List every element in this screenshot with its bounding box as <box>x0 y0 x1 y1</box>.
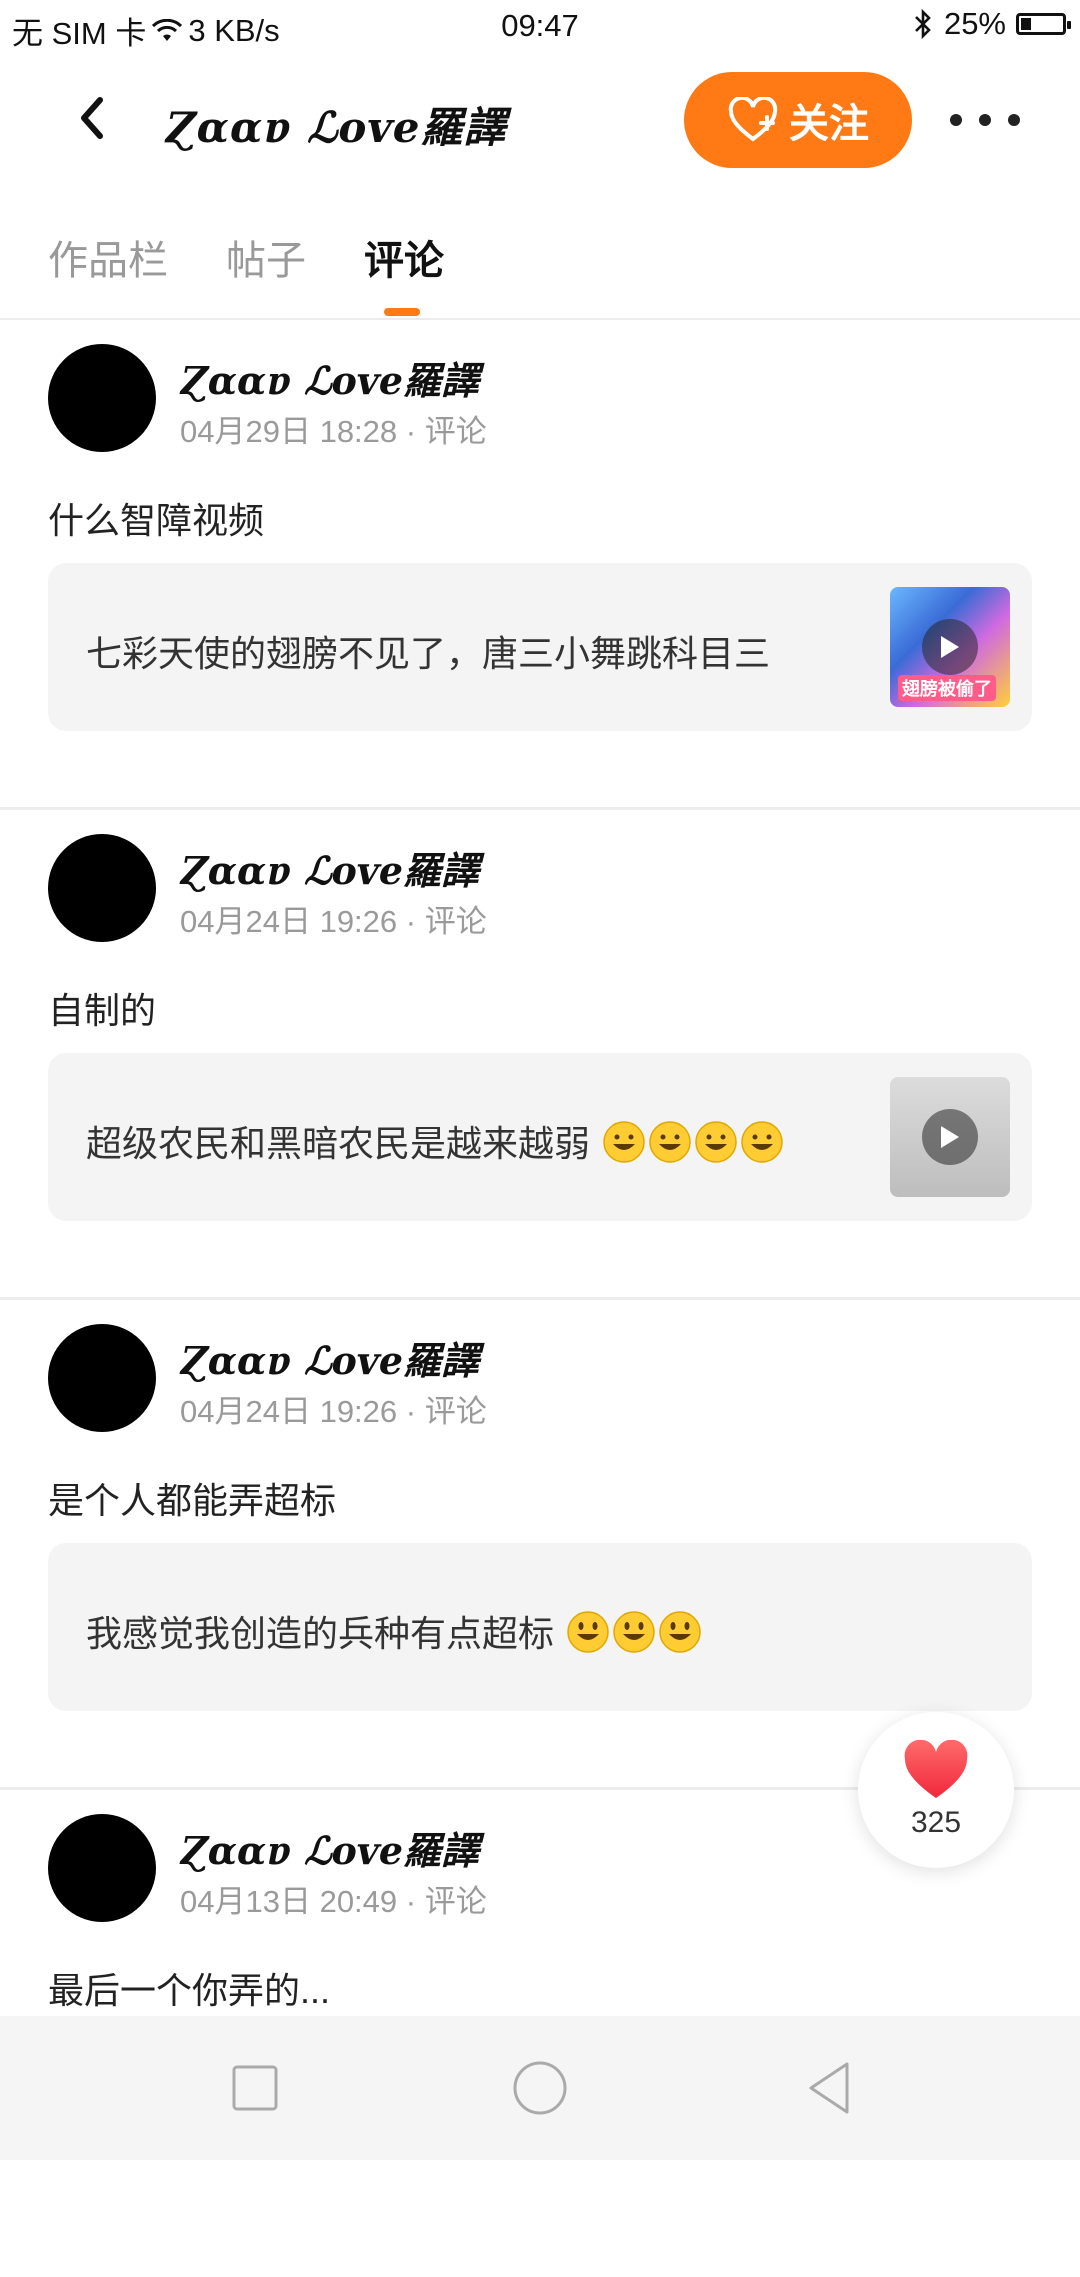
tab-posts[interactable]: 帖子 <box>226 228 306 286</box>
play-icon <box>922 1109 978 1165</box>
quoted-video-title: 超级农民和黑暗农民是越来越弱 <box>86 1123 591 1164</box>
quoted-post-title: 我感觉我创造的兵种有点超标 <box>86 1613 555 1654</box>
author-name[interactable]: Ɀɑɑɐ ℒoᴠe羅譯 <box>180 840 479 895</box>
recent-apps-icon[interactable] <box>223 2056 287 2120</box>
quoted-post-title-wrap: 我感觉我创造的兵种有点超标 <box>86 1605 702 1657</box>
comment-text: 自制的 <box>48 990 157 1031</box>
thumbnail-caption: 翅膀被偷了 <box>898 675 996 701</box>
status-bar: 无 SIM 卡 3 KB/s 09:47 25% <box>0 0 1080 54</box>
grinning-emoji-icon <box>741 1121 783 1163</box>
comment-meta: 04月13日 20:49 · 评论 <box>180 1884 487 1919</box>
avatar[interactable] <box>48 834 156 942</box>
like-count: 325 <box>910 1806 962 1839</box>
grinning-emoji-icon <box>603 1121 645 1163</box>
comment-text: 是个人都能弄超标 <box>48 1480 337 1521</box>
follow-label: 关注 <box>789 102 869 146</box>
author-name[interactable]: Ɀɑɑɐ ℒoᴠe羅譯 <box>180 1820 479 1875</box>
active-tab-indicator <box>384 308 420 316</box>
like-float-button[interactable]: 325 <box>858 1712 1014 1868</box>
grinning-emoji-icon <box>695 1121 737 1163</box>
smiley-emoji-icon <box>659 1611 701 1653</box>
quoted-video-title: 七彩天使的翅膀不见了，唐三小舞跳科目三 <box>86 633 771 674</box>
more-options-icon[interactable] <box>950 100 1020 140</box>
smiley-emoji-icon <box>567 1611 609 1653</box>
quoted-video-card[interactable]: 七彩天使的翅膀不见了，唐三小舞跳科目三 翅膀被偷了 <box>48 563 1032 731</box>
video-thumbnail[interactable] <box>890 1077 1010 1197</box>
heart-plus-icon <box>728 97 778 142</box>
bluetooth-icon <box>915 9 931 39</box>
battery-icon <box>1016 13 1071 35</box>
video-thumbnail[interactable]: 翅膀被偷了 <box>890 587 1010 707</box>
avatar[interactable] <box>48 344 156 452</box>
author-name[interactable]: Ɀɑɑɐ ℒoᴠe羅譯 <box>180 1330 479 1385</box>
author-name[interactable]: Ɀɑɑɐ ℒoᴠe羅譯 <box>180 350 479 405</box>
profile-header: Ɀɑɑɐ ℒoᴠe羅譯 关注 <box>0 64 1080 176</box>
heart-icon <box>904 1740 968 1798</box>
avatar[interactable] <box>48 1814 156 1922</box>
system-nav-bar <box>0 2016 1080 2160</box>
comment-text: 什么智障视频 <box>48 500 265 541</box>
comment-meta: 04月24日 19:26 · 评论 <box>180 904 487 939</box>
tab-comments[interactable]: 评论 <box>364 228 444 286</box>
smiley-emoji-icon <box>613 1611 655 1653</box>
comment-meta: 04月29日 18:28 · 评论 <box>180 414 487 449</box>
profile-title: Ɀɑɑɐ ℒoᴠe羅譯 <box>165 103 507 152</box>
back-nav-icon[interactable] <box>797 2056 861 2120</box>
play-icon <box>922 619 978 675</box>
quoted-video-card[interactable]: 超级农民和黑暗农民是越来越弱 <box>48 1053 1032 1221</box>
home-icon[interactable] <box>508 2056 572 2120</box>
comment-meta: 04月24日 19:26 · 评论 <box>180 1394 487 1429</box>
battery-percent: 25% <box>943 6 1006 41</box>
avatar[interactable] <box>48 1324 156 1432</box>
tab-works[interactable]: 作品栏 <box>48 228 168 286</box>
quoted-post-card[interactable]: 我感觉我创造的兵种有点超标 <box>48 1543 1032 1711</box>
comment-item[interactable]: Ɀɑɑɐ ℒoᴠe羅譯 04月24日 19:26 · 评论 自制的 超级农民和黑… <box>0 810 1080 1300</box>
comment-feed[interactable]: Ɀɑɑɐ ℒoᴠe羅譯 04月29日 18:28 · 评论 什么智障视频 七彩天… <box>0 320 1080 2277</box>
profile-tabs: 作品栏 帖子 评论 <box>0 196 1080 320</box>
quoted-video-title-wrap: 超级农民和黑暗农民是越来越弱 <box>86 1115 784 1167</box>
comment-text: 最后一个你弄的... <box>48 1970 331 2011</box>
follow-button[interactable]: 关注 <box>684 72 912 168</box>
comment-item[interactable]: Ɀɑɑɐ ℒoᴠe羅譯 04月29日 18:28 · 评论 什么智障视频 七彩天… <box>0 320 1080 810</box>
back-arrow-icon[interactable] <box>62 86 126 150</box>
grinning-emoji-icon <box>649 1121 691 1163</box>
